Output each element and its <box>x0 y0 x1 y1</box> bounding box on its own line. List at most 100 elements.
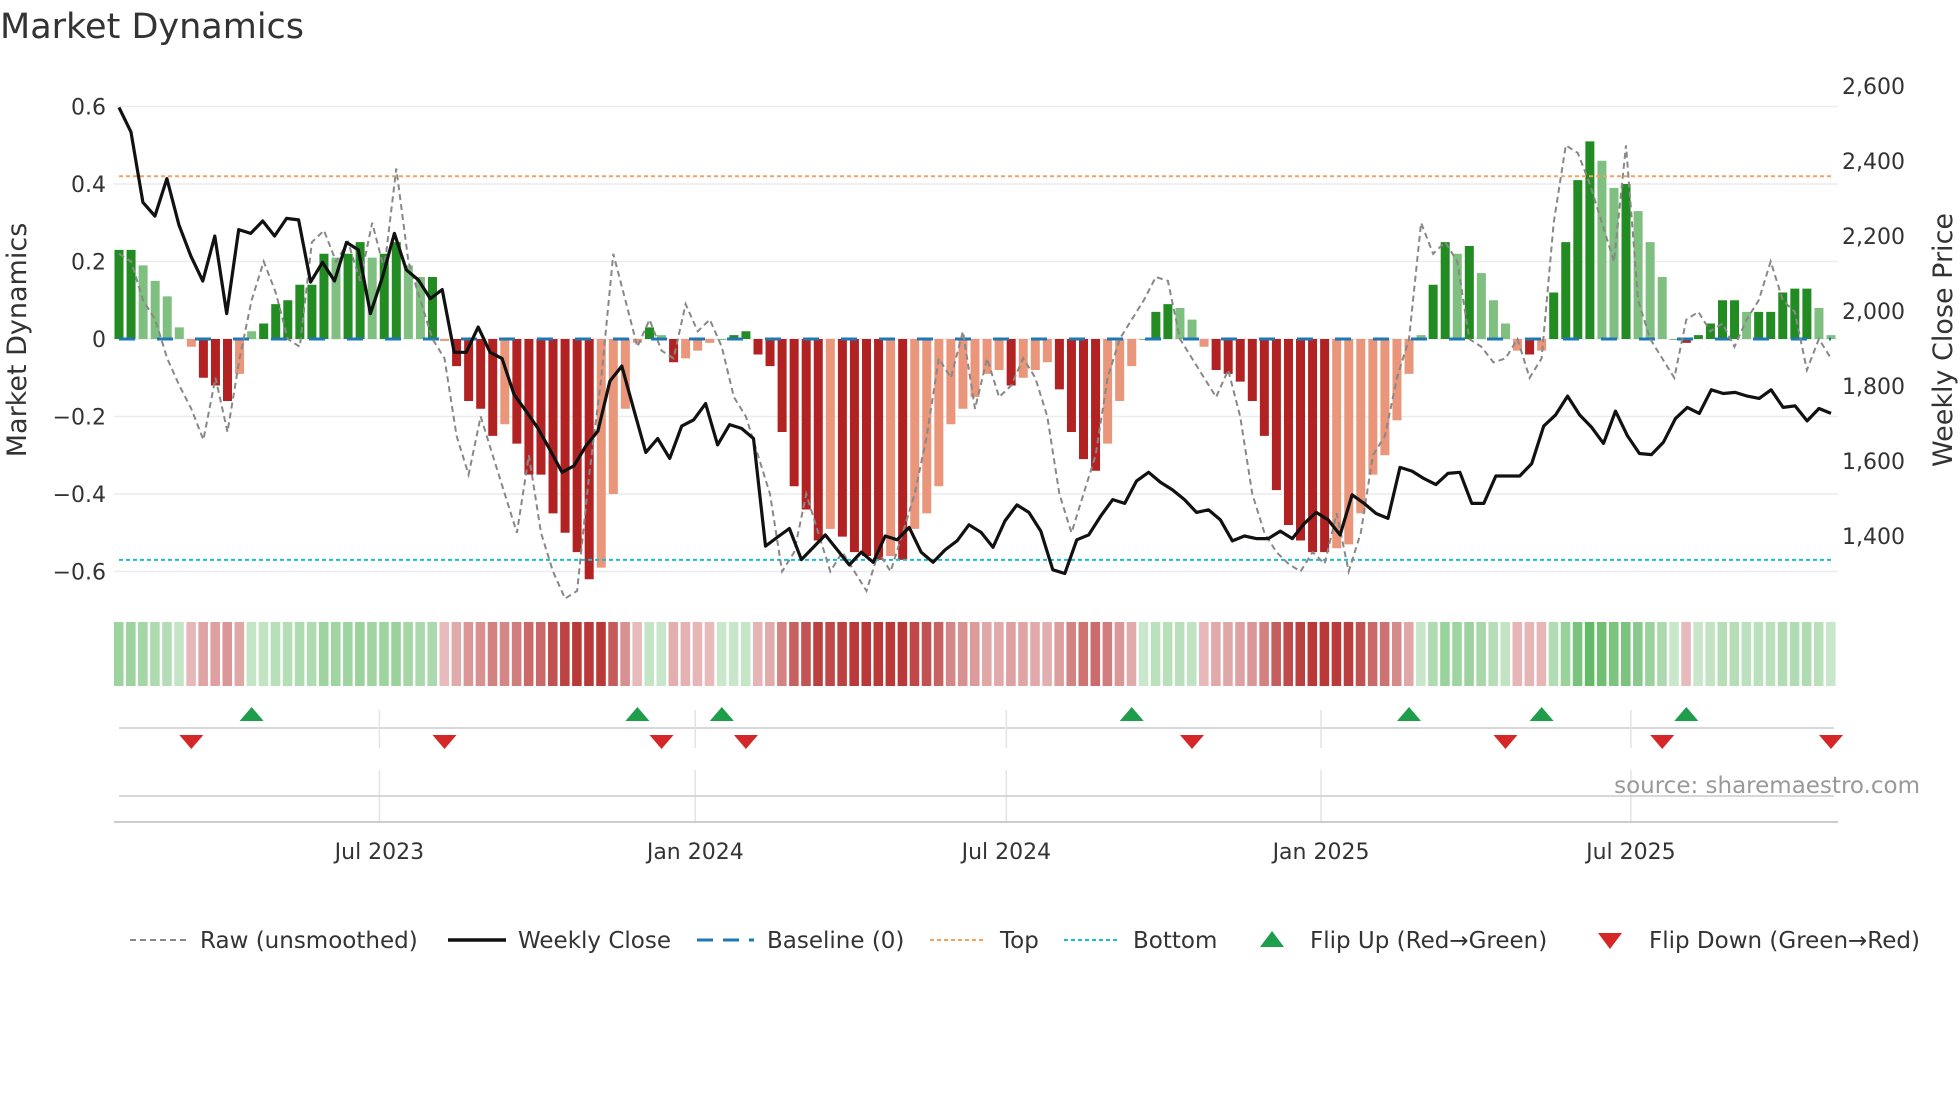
legend: Raw (unsmoothed) Weekly Close Baseline (… <box>130 928 1920 954</box>
histogram-bar <box>198 339 208 378</box>
heat-cell <box>668 622 679 686</box>
heat-cell <box>1548 622 1559 686</box>
heat-cell <box>343 622 353 686</box>
heat-cell <box>728 622 739 686</box>
histogram-bar <box>1103 339 1113 444</box>
histogram-bar <box>777 339 787 432</box>
heat-cell <box>1404 622 1414 686</box>
histogram-bar <box>1826 335 1836 339</box>
heat-cell <box>1452 622 1462 686</box>
heat-cell <box>909 622 920 686</box>
histogram-bar <box>1066 339 1076 432</box>
flip-up-marker <box>1119 707 1144 721</box>
histogram-bar <box>1657 277 1667 339</box>
heat-cell <box>330 622 341 686</box>
legend-close: Weekly Close <box>518 928 671 954</box>
heat-cell <box>1500 622 1511 686</box>
heat-cell <box>1476 622 1486 686</box>
heat-cell <box>439 622 450 686</box>
heat-cell <box>1150 622 1161 686</box>
heat-cell <box>318 622 329 686</box>
heat-cell <box>825 622 835 686</box>
flip-down-marker <box>1650 735 1675 749</box>
market-dynamics-chart: Market Dynamics 0.6 0.4 0.2 0 −0.2 −0.4 −0.6 2… <box>0 7 1959 954</box>
histogram-bar <box>1476 273 1486 339</box>
heat-cell <box>861 622 872 686</box>
flip-up-marker <box>239 707 264 721</box>
histogram-bar <box>765 339 775 367</box>
heat-cell <box>813 622 823 686</box>
histogram-bar <box>861 339 871 556</box>
y-tick-label: 0.6 <box>71 96 106 121</box>
heat-cell <box>1223 622 1233 686</box>
histogram-bar <box>186 339 196 347</box>
heat-cell <box>427 622 437 686</box>
heat-cell <box>789 622 799 686</box>
histogram-bar <box>1283 339 1293 525</box>
histogram-bar <box>1573 180 1583 339</box>
heat-cell <box>294 622 305 686</box>
histogram-bar <box>560 339 570 533</box>
flip-up-marker <box>1529 707 1554 721</box>
heat-cell <box>1066 622 1076 686</box>
x-tick-label: Jul 2025 <box>1584 840 1676 865</box>
heat-cell <box>355 622 365 686</box>
histogram-bar <box>524 339 534 475</box>
histogram-bar <box>1633 211 1643 339</box>
heat-cell <box>1271 622 1281 686</box>
heat-cell <box>873 622 884 686</box>
legend-bottom: Bottom <box>1133 928 1217 954</box>
heat-cell <box>849 622 859 686</box>
heat-cell <box>1789 622 1800 686</box>
heat-cell <box>1211 622 1221 686</box>
histogram-bar <box>403 265 413 339</box>
histogram-bar <box>476 339 486 409</box>
histogram-bar <box>1766 311 1776 339</box>
flip-down-marker <box>1180 735 1205 749</box>
heat-cell <box>1391 622 1402 686</box>
y-tick-label: 0.4 <box>71 173 106 198</box>
y-tick-label: 0 <box>92 328 106 353</box>
heat-cell <box>1464 622 1474 686</box>
heat-cell <box>656 622 667 686</box>
right-axis-title: Weekly Close Price <box>1928 213 1959 467</box>
histogram-bar <box>1054 339 1064 390</box>
heat-cell <box>620 622 630 686</box>
histogram-bar <box>271 304 281 339</box>
histogram-bar <box>1488 300 1498 339</box>
histogram-bar <box>1079 339 1089 460</box>
histogram-bar <box>1428 284 1438 339</box>
heat-cell <box>282 622 293 686</box>
heat-cell <box>1536 622 1547 686</box>
histogram-bar <box>1030 339 1040 370</box>
heat-cell <box>1030 622 1040 686</box>
heat-cell <box>933 622 944 686</box>
histogram-bar <box>427 277 437 339</box>
histogram-bar <box>343 253 353 339</box>
y-tick-label: −0.4 <box>53 483 106 508</box>
histogram-bar <box>1549 292 1559 339</box>
heat-cell <box>1078 622 1089 686</box>
histogram-bar <box>1452 253 1462 339</box>
histogram-bar <box>813 339 823 541</box>
heat-cell <box>511 622 522 686</box>
heat-cell <box>1524 622 1535 686</box>
histogram-bar <box>922 339 932 514</box>
histogram-bar <box>1585 141 1595 339</box>
histogram-bar <box>1042 339 1052 363</box>
heat-cell <box>1801 622 1812 686</box>
x-tick-label: Jul 2023 <box>333 840 425 865</box>
histogram-bar <box>1259 339 1269 436</box>
x-tick-label: Jan 2024 <box>645 840 744 865</box>
heat-cell <box>1343 622 1354 686</box>
histogram-bar <box>1597 160 1607 339</box>
heat-cell <box>210 622 220 686</box>
heat-cell <box>174 622 184 686</box>
flip-down-marker <box>733 735 758 749</box>
y-tick-label: 0.2 <box>71 251 106 276</box>
x-tick-label: Jul 2024 <box>960 840 1052 865</box>
heat-cell <box>138 622 148 686</box>
histogram-bar <box>1151 311 1161 339</box>
histogram-bar <box>1404 339 1414 374</box>
heat-cell <box>246 622 257 686</box>
